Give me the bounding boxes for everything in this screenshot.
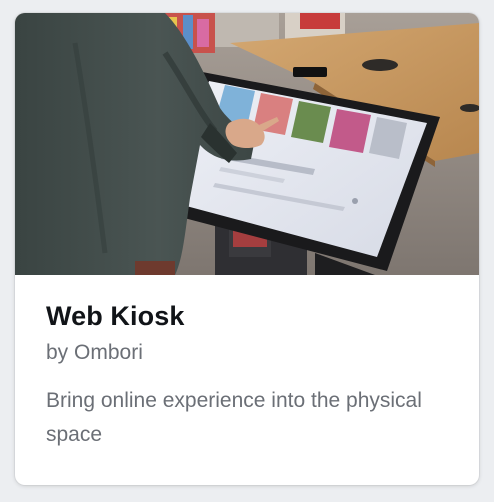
card-title[interactable]: Web Kiosk	[46, 299, 455, 333]
card-content: Web Kiosk by Ombori Bring online experie…	[46, 299, 455, 452]
app-card[interactable]: Web Kiosk by Ombori Bring online experie…	[15, 13, 479, 485]
kiosk-photo	[15, 13, 479, 275]
card-description: Bring online experience into the physica…	[46, 389, 422, 446]
card-author: by Ombori	[46, 341, 143, 364]
